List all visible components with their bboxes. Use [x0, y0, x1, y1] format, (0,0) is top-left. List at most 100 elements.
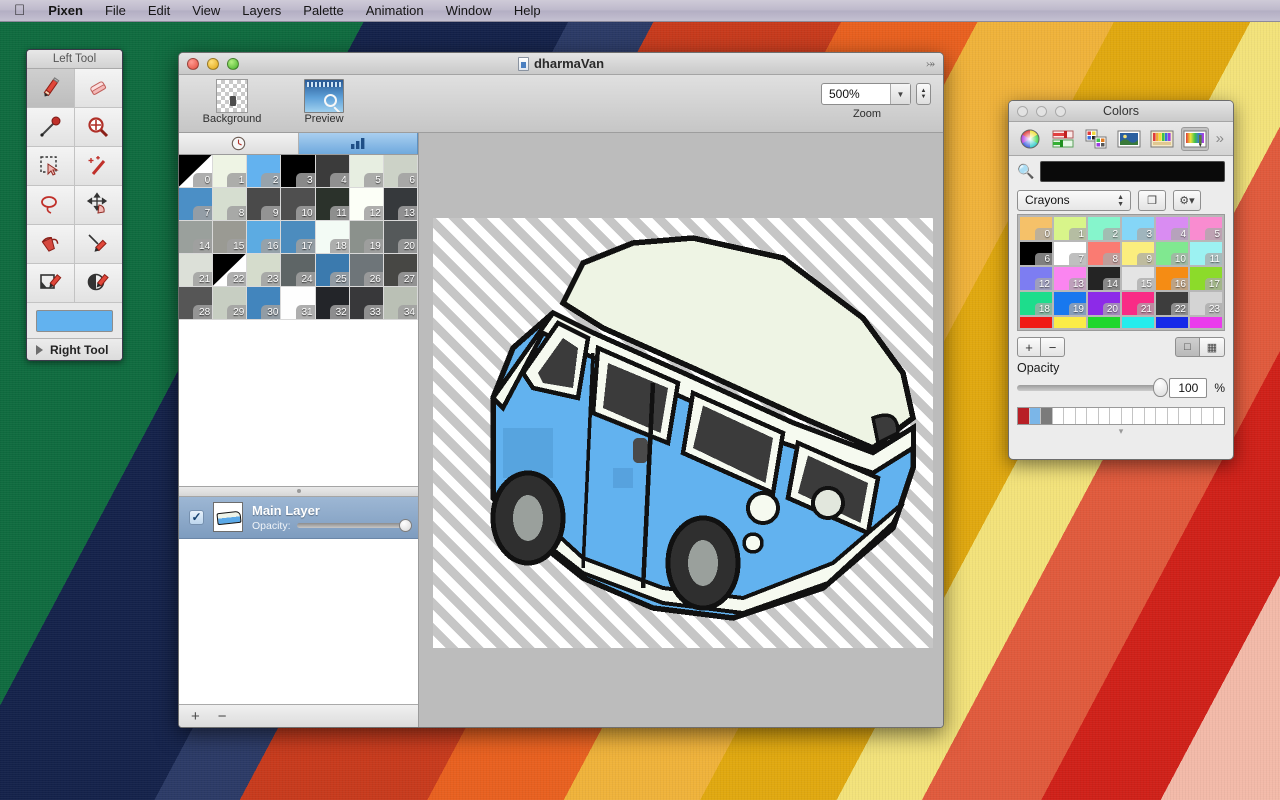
fullscreen-icon[interactable]: ⤖	[926, 58, 935, 71]
line-tool[interactable]	[75, 225, 123, 264]
menu-item-file[interactable]: File	[94, 0, 137, 22]
canvas-scroll-area[interactable]	[419, 133, 943, 727]
crayon-swatch[interactable]: 23	[1190, 292, 1222, 315]
color-wheel-mode[interactable]	[1016, 127, 1044, 151]
crayon-swatch[interactable]: 7	[1054, 242, 1086, 265]
palette-tab[interactable]	[299, 133, 419, 154]
crayon-swatch[interactable]: 1	[1054, 217, 1086, 240]
palette-swatch[interactable]: 10	[281, 188, 315, 221]
apple-menu-icon[interactable]: 	[0, 1, 37, 21]
palette-swatch[interactable]: 28	[179, 287, 213, 320]
colors-close-button[interactable]	[1017, 106, 1028, 117]
palette-swatch[interactable]: 17	[281, 221, 315, 254]
opacity-value-field[interactable]: 100	[1169, 378, 1207, 398]
preview-button[interactable]: Preview	[285, 79, 363, 125]
large-swatch-view-button[interactable]: □	[1175, 337, 1200, 357]
palette-swatch[interactable]: 34	[384, 287, 418, 320]
crayon-swatch[interactable]: 6	[1020, 242, 1052, 265]
crayon-swatch[interactable]: 16	[1156, 267, 1188, 290]
crayon-swatch[interactable]	[1088, 317, 1120, 328]
layer-opacity-knob[interactable]	[399, 519, 412, 532]
palette-swatch[interactable]: 19	[350, 221, 384, 254]
crayon-swatch[interactable]: 14	[1088, 267, 1120, 290]
palette-swatch[interactable]: 9	[247, 188, 281, 221]
crayon-swatch[interactable]: 21	[1122, 292, 1154, 315]
palette-swatch[interactable]: 18	[316, 221, 350, 254]
crayon-swatch[interactable]: 18	[1020, 292, 1052, 315]
palette-swatch[interactable]: 12	[350, 188, 384, 221]
magic-wand-tool[interactable]	[75, 147, 123, 186]
grid-swatch-view-button[interactable]: ▦	[1200, 337, 1225, 357]
panel-splitter[interactable]	[179, 486, 418, 497]
maximize-button[interactable]	[227, 58, 239, 70]
image-palettes-mode[interactable]	[1115, 127, 1143, 151]
strip-swatch[interactable]	[1122, 408, 1134, 424]
palette-swatch[interactable]: 32	[316, 287, 350, 320]
color-sliders-mode[interactable]	[1049, 127, 1077, 151]
search-input[interactable]	[1040, 161, 1225, 182]
crayon-swatch[interactable]	[1122, 317, 1154, 328]
crayons-mode[interactable]	[1181, 127, 1209, 151]
strip-swatch[interactable]	[1018, 408, 1030, 424]
add-color-button[interactable]: +	[1017, 337, 1041, 357]
crayon-swatch[interactable]: 10	[1156, 242, 1188, 265]
palette-swatch[interactable]: 27	[384, 254, 418, 287]
crayon-swatch[interactable]	[1020, 317, 1052, 328]
palette-swatch[interactable]: 3	[281, 155, 315, 188]
palette-swatch[interactable]: 11	[316, 188, 350, 221]
strip-swatch[interactable]	[1214, 408, 1225, 424]
fill-bucket-tool[interactable]	[27, 225, 75, 264]
crayon-swatch[interactable]: 20	[1088, 292, 1120, 315]
crayon-swatch[interactable]: 22	[1156, 292, 1188, 315]
layer-visibility-checkbox[interactable]: ✓	[189, 510, 204, 525]
layer-opacity-slider[interactable]	[297, 523, 408, 528]
palette-swatch[interactable]: 0	[179, 155, 213, 188]
close-button[interactable]	[187, 58, 199, 70]
background-button[interactable]: Background	[193, 79, 271, 125]
strip-swatch[interactable]	[1110, 408, 1122, 424]
pixel-art-canvas[interactable]	[433, 218, 933, 648]
palette-swatch[interactable]: 31	[281, 287, 315, 320]
menu-item-view[interactable]: View	[181, 0, 231, 22]
palette-swatch[interactable]: 4	[316, 155, 350, 188]
strip-swatch[interactable]	[1202, 408, 1214, 424]
strip-swatch[interactable]	[1179, 408, 1191, 424]
palette-swatch[interactable]: 7	[179, 188, 213, 221]
crayon-swatch[interactable]	[1190, 317, 1222, 328]
palette-swatch[interactable]: 8	[213, 188, 247, 221]
menu-item-palette[interactable]: Palette	[292, 0, 354, 22]
palette-swatch[interactable]: 29	[213, 287, 247, 320]
eraser-tool[interactable]	[75, 69, 123, 108]
palette-swatch[interactable]: 1	[213, 155, 247, 188]
strip-swatch[interactable]	[1053, 408, 1065, 424]
rectangular-select-tool[interactable]	[27, 147, 75, 186]
right-tool-disclosure[interactable]: Right Tool	[27, 338, 122, 360]
menu-item-help[interactable]: Help	[503, 0, 552, 22]
crayon-swatch[interactable]: 11	[1190, 242, 1222, 265]
strip-swatch[interactable]	[1041, 408, 1053, 424]
strip-swatch[interactable]	[1156, 408, 1168, 424]
strip-swatch[interactable]	[1168, 408, 1180, 424]
crayon-swatch[interactable]: 12	[1020, 267, 1052, 290]
palette-swatch[interactable]: 24	[281, 254, 315, 287]
strip-swatch[interactable]	[1191, 408, 1203, 424]
palette-swatch[interactable]: 25	[316, 254, 350, 287]
palette-swatch[interactable]: 2	[247, 155, 281, 188]
crayon-swatch[interactable]: 5	[1190, 217, 1222, 240]
strip-swatch[interactable]	[1099, 408, 1111, 424]
strip-swatch[interactable]	[1030, 408, 1042, 424]
colors-panel-title-bar[interactable]: Colors	[1009, 101, 1233, 122]
crayon-swatch[interactable]: 8	[1088, 242, 1120, 265]
strip-swatch[interactable]	[1145, 408, 1157, 424]
menu-item-pixen[interactable]: Pixen	[37, 0, 94, 22]
menu-item-edit[interactable]: Edit	[137, 0, 181, 22]
move-tool[interactable]	[75, 186, 123, 225]
strip-swatch[interactable]	[1087, 408, 1099, 424]
chevron-down-icon[interactable]: ▼	[890, 84, 910, 104]
menu-item-window[interactable]: Window	[435, 0, 503, 22]
spectrum-mode[interactable]	[1148, 127, 1176, 151]
crayon-swatch[interactable]: 4	[1156, 217, 1188, 240]
crayon-swatch[interactable]: 17	[1190, 267, 1222, 290]
add-layer-button[interactable]: +	[191, 708, 200, 725]
opacity-slider[interactable]	[1017, 385, 1162, 391]
